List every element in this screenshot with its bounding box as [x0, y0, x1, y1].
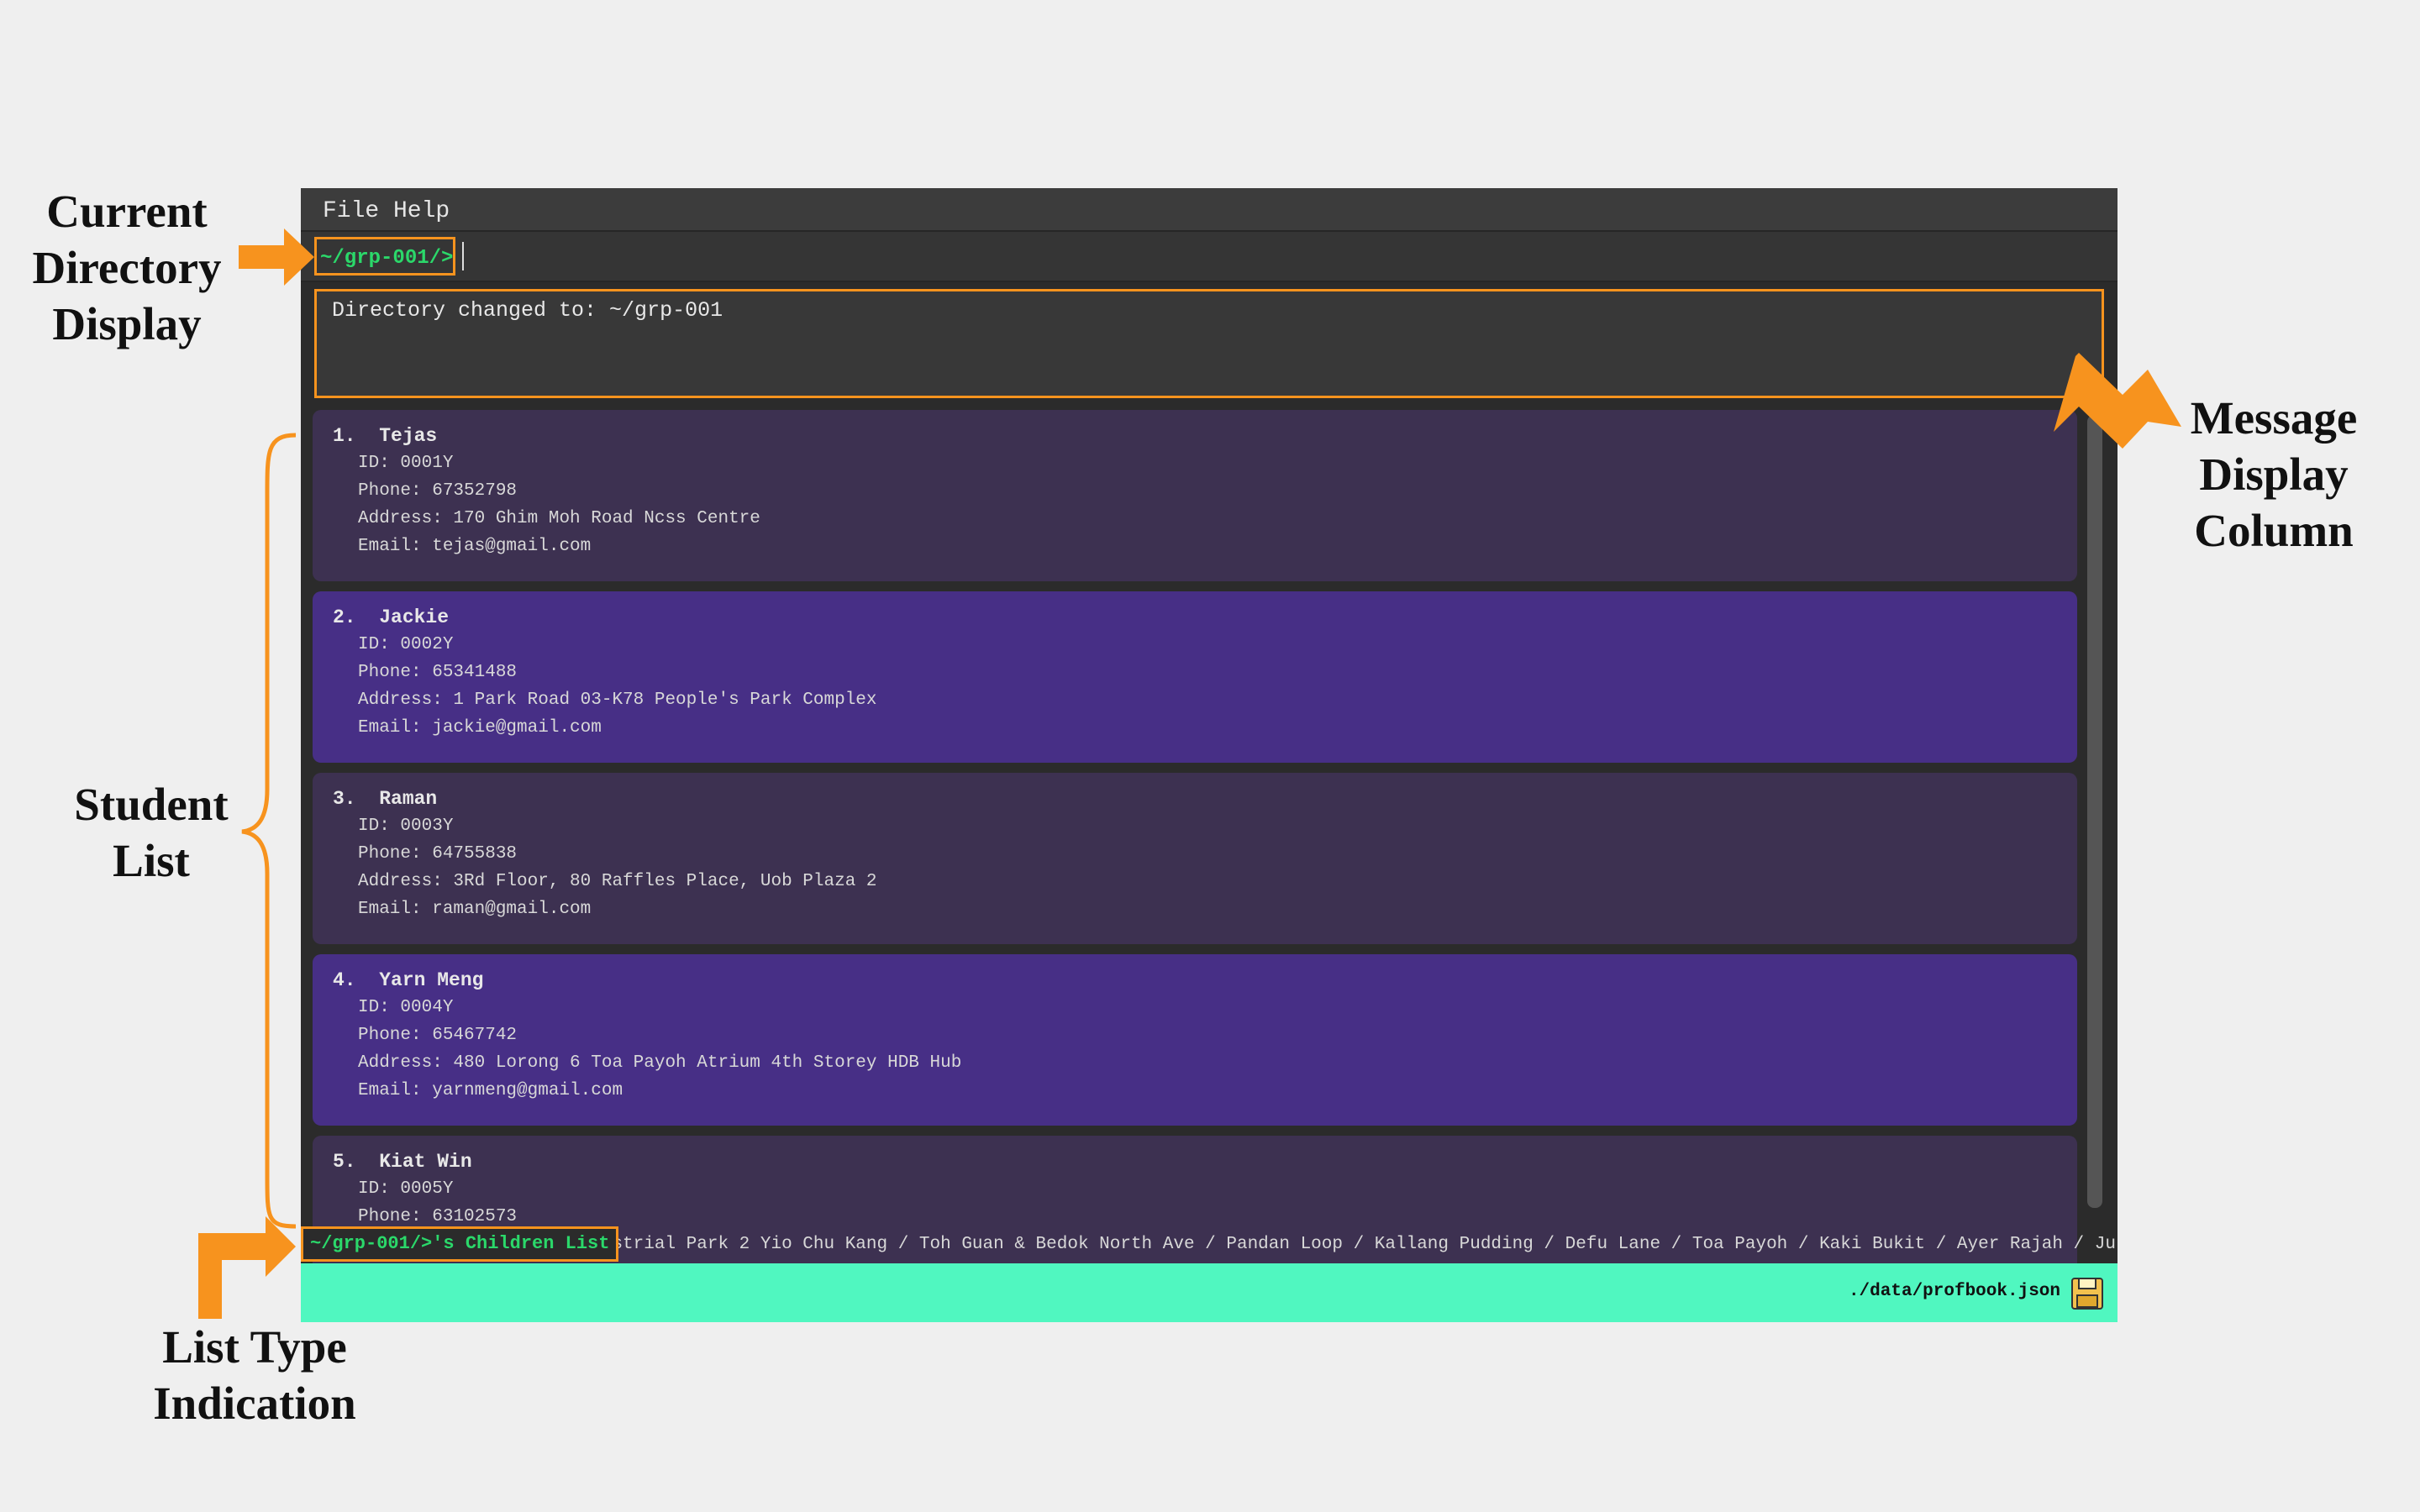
save-file-icon [2071, 1278, 2103, 1310]
student-card[interactable]: 4. Yarn Meng ID: 0004Y Phone: 65467742 A… [313, 954, 2077, 1126]
command-box: ~/grp-001/> [301, 232, 2118, 282]
menu-bar: File Help [301, 188, 2118, 232]
student-name: 1. Tejas [333, 425, 438, 447]
status-bar: ./data/profbook.json [301, 1263, 2118, 1322]
student-name: 2. Jackie [333, 606, 450, 628]
menu-file[interactable]: File [316, 195, 386, 228]
student-address: Address: 170 Ghim Moh Road Ncss Centre [358, 509, 760, 528]
student-name: 3. Raman [333, 788, 438, 810]
student-phone: Phone: 63102573 [358, 1207, 518, 1226]
student-email: Email: tejas@gmail.com [358, 537, 592, 556]
student-address: Address: 1 Park Road 03-K78 People's Par… [358, 690, 877, 710]
student-name: 4. Yarn Meng [333, 969, 484, 991]
list-type-indicator: ~/grp-001/>'s Children List [301, 1226, 619, 1262]
student-card[interactable]: 1. Tejas ID: 0001Y Phone: 67352798 Addre… [313, 410, 2077, 581]
student-address: Address: Ang Mo Kio Industrial Park 2 Yi… [358, 1235, 2118, 1254]
student-card[interactable]: 2. Jackie ID: 0002Y Phone: 65341488 Addr… [313, 591, 2077, 763]
arrow-bend-right-icon [198, 1216, 296, 1319]
student-email: Email: yarnmeng@gmail.com [358, 1081, 623, 1100]
app-window: File Help ~/grp-001/> Directory changed … [301, 188, 2118, 1322]
current-directory-prompt: ~/grp-001/> [314, 237, 455, 276]
student-email: Email: jackie@gmail.com [358, 718, 602, 738]
student-id: ID: 0003Y [358, 816, 454, 836]
student-name: 5. Kiat Win [333, 1151, 472, 1173]
result-message: Directory changed to: ~/grp-001 [332, 298, 723, 323]
student-address: Address: 480 Lorong 6 Toa Payoh Atrium 4… [358, 1053, 962, 1073]
student-card[interactable]: 3. Raman ID: 0003Y Phone: 64755838 Addre… [313, 773, 2077, 944]
student-phone: Phone: 64755838 [358, 844, 518, 864]
student-list[interactable]: 1. Tejas ID: 0001Y Phone: 67352798 Addre… [313, 410, 2118, 1322]
student-id: ID: 0002Y [358, 635, 454, 654]
student-id: ID: 0004Y [358, 998, 454, 1017]
command-input[interactable] [462, 239, 2092, 272]
annotation-list-type: List Type Indication [153, 1321, 356, 1429]
text-caret [462, 242, 464, 270]
save-file-path: ./data/profbook.json [1848, 1282, 2060, 1301]
annotation-student-list: Student List [74, 779, 229, 886]
student-email: Email: raman@gmail.com [358, 900, 592, 919]
student-phone: Phone: 65467742 [358, 1026, 518, 1045]
result-display: Directory changed to: ~/grp-001 [314, 289, 2104, 398]
student-id: ID: 0001Y [358, 454, 454, 473]
student-id: ID: 0005Y [358, 1179, 454, 1199]
student-phone: Phone: 67352798 [358, 481, 518, 501]
annotation-message-display: Message Display Column [2190, 392, 2358, 556]
list-scrollbar[interactable] [2087, 415, 2102, 1208]
menu-help[interactable]: Help [387, 195, 456, 228]
student-address: Address: 3Rd Floor, 80 Raffles Place, Uo… [358, 872, 877, 891]
annotation-current-directory: Current Directory Display [32, 186, 222, 349]
student-phone: Phone: 65341488 [358, 663, 518, 682]
